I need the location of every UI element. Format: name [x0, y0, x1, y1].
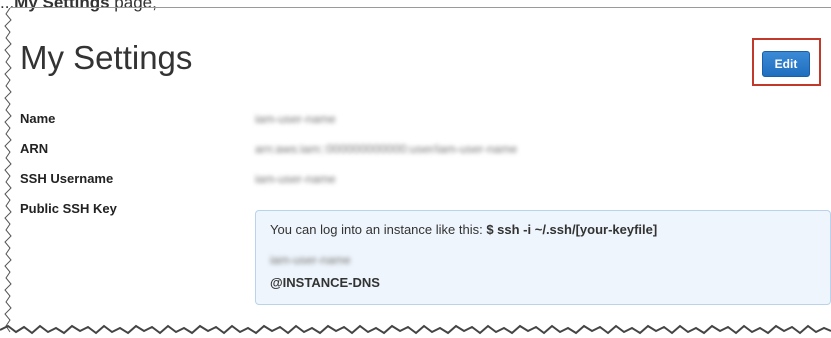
- torn-left-edge: [4, 8, 12, 333]
- page-title: My Settings: [20, 39, 193, 76]
- field-value-name: iam-user-name: [255, 112, 336, 126]
- edit-button[interactable]: Edit: [762, 51, 810, 77]
- field-label-arn: ARN: [20, 141, 49, 156]
- ssh-intro-text: You can log into an instance like this:: [270, 222, 487, 237]
- caption-suffix: page,: [109, 0, 157, 12]
- caption-bold-text: My Settings: [14, 0, 110, 12]
- ssh-instructions: You can log into an instance like this: …: [270, 222, 657, 237]
- ssh-instance-dns: @INSTANCE-DNS: [270, 275, 380, 290]
- ssh-command: $ ssh -i ~/.ssh/[your-keyfile]: [486, 222, 658, 237]
- torn-bottom-edge: [0, 324, 831, 335]
- panel-top-border: [10, 7, 831, 8]
- settings-page: ...My Settings page, My Settings Edit Na…: [0, 0, 831, 338]
- field-value-ssh-username: iam-user-name: [255, 172, 336, 186]
- field-label-public-ssh-key: Public SSH Key: [20, 201, 117, 216]
- field-value-arn: arn:aws:iam::000000000000:user/iam-user-…: [255, 142, 518, 156]
- field-label-ssh-username: SSH Username: [20, 171, 114, 186]
- field-label-name: Name: [20, 111, 56, 126]
- ssh-user-value: iam-user-name: [270, 253, 351, 267]
- ssh-info-box: You can log into an instance like this: …: [255, 210, 831, 305]
